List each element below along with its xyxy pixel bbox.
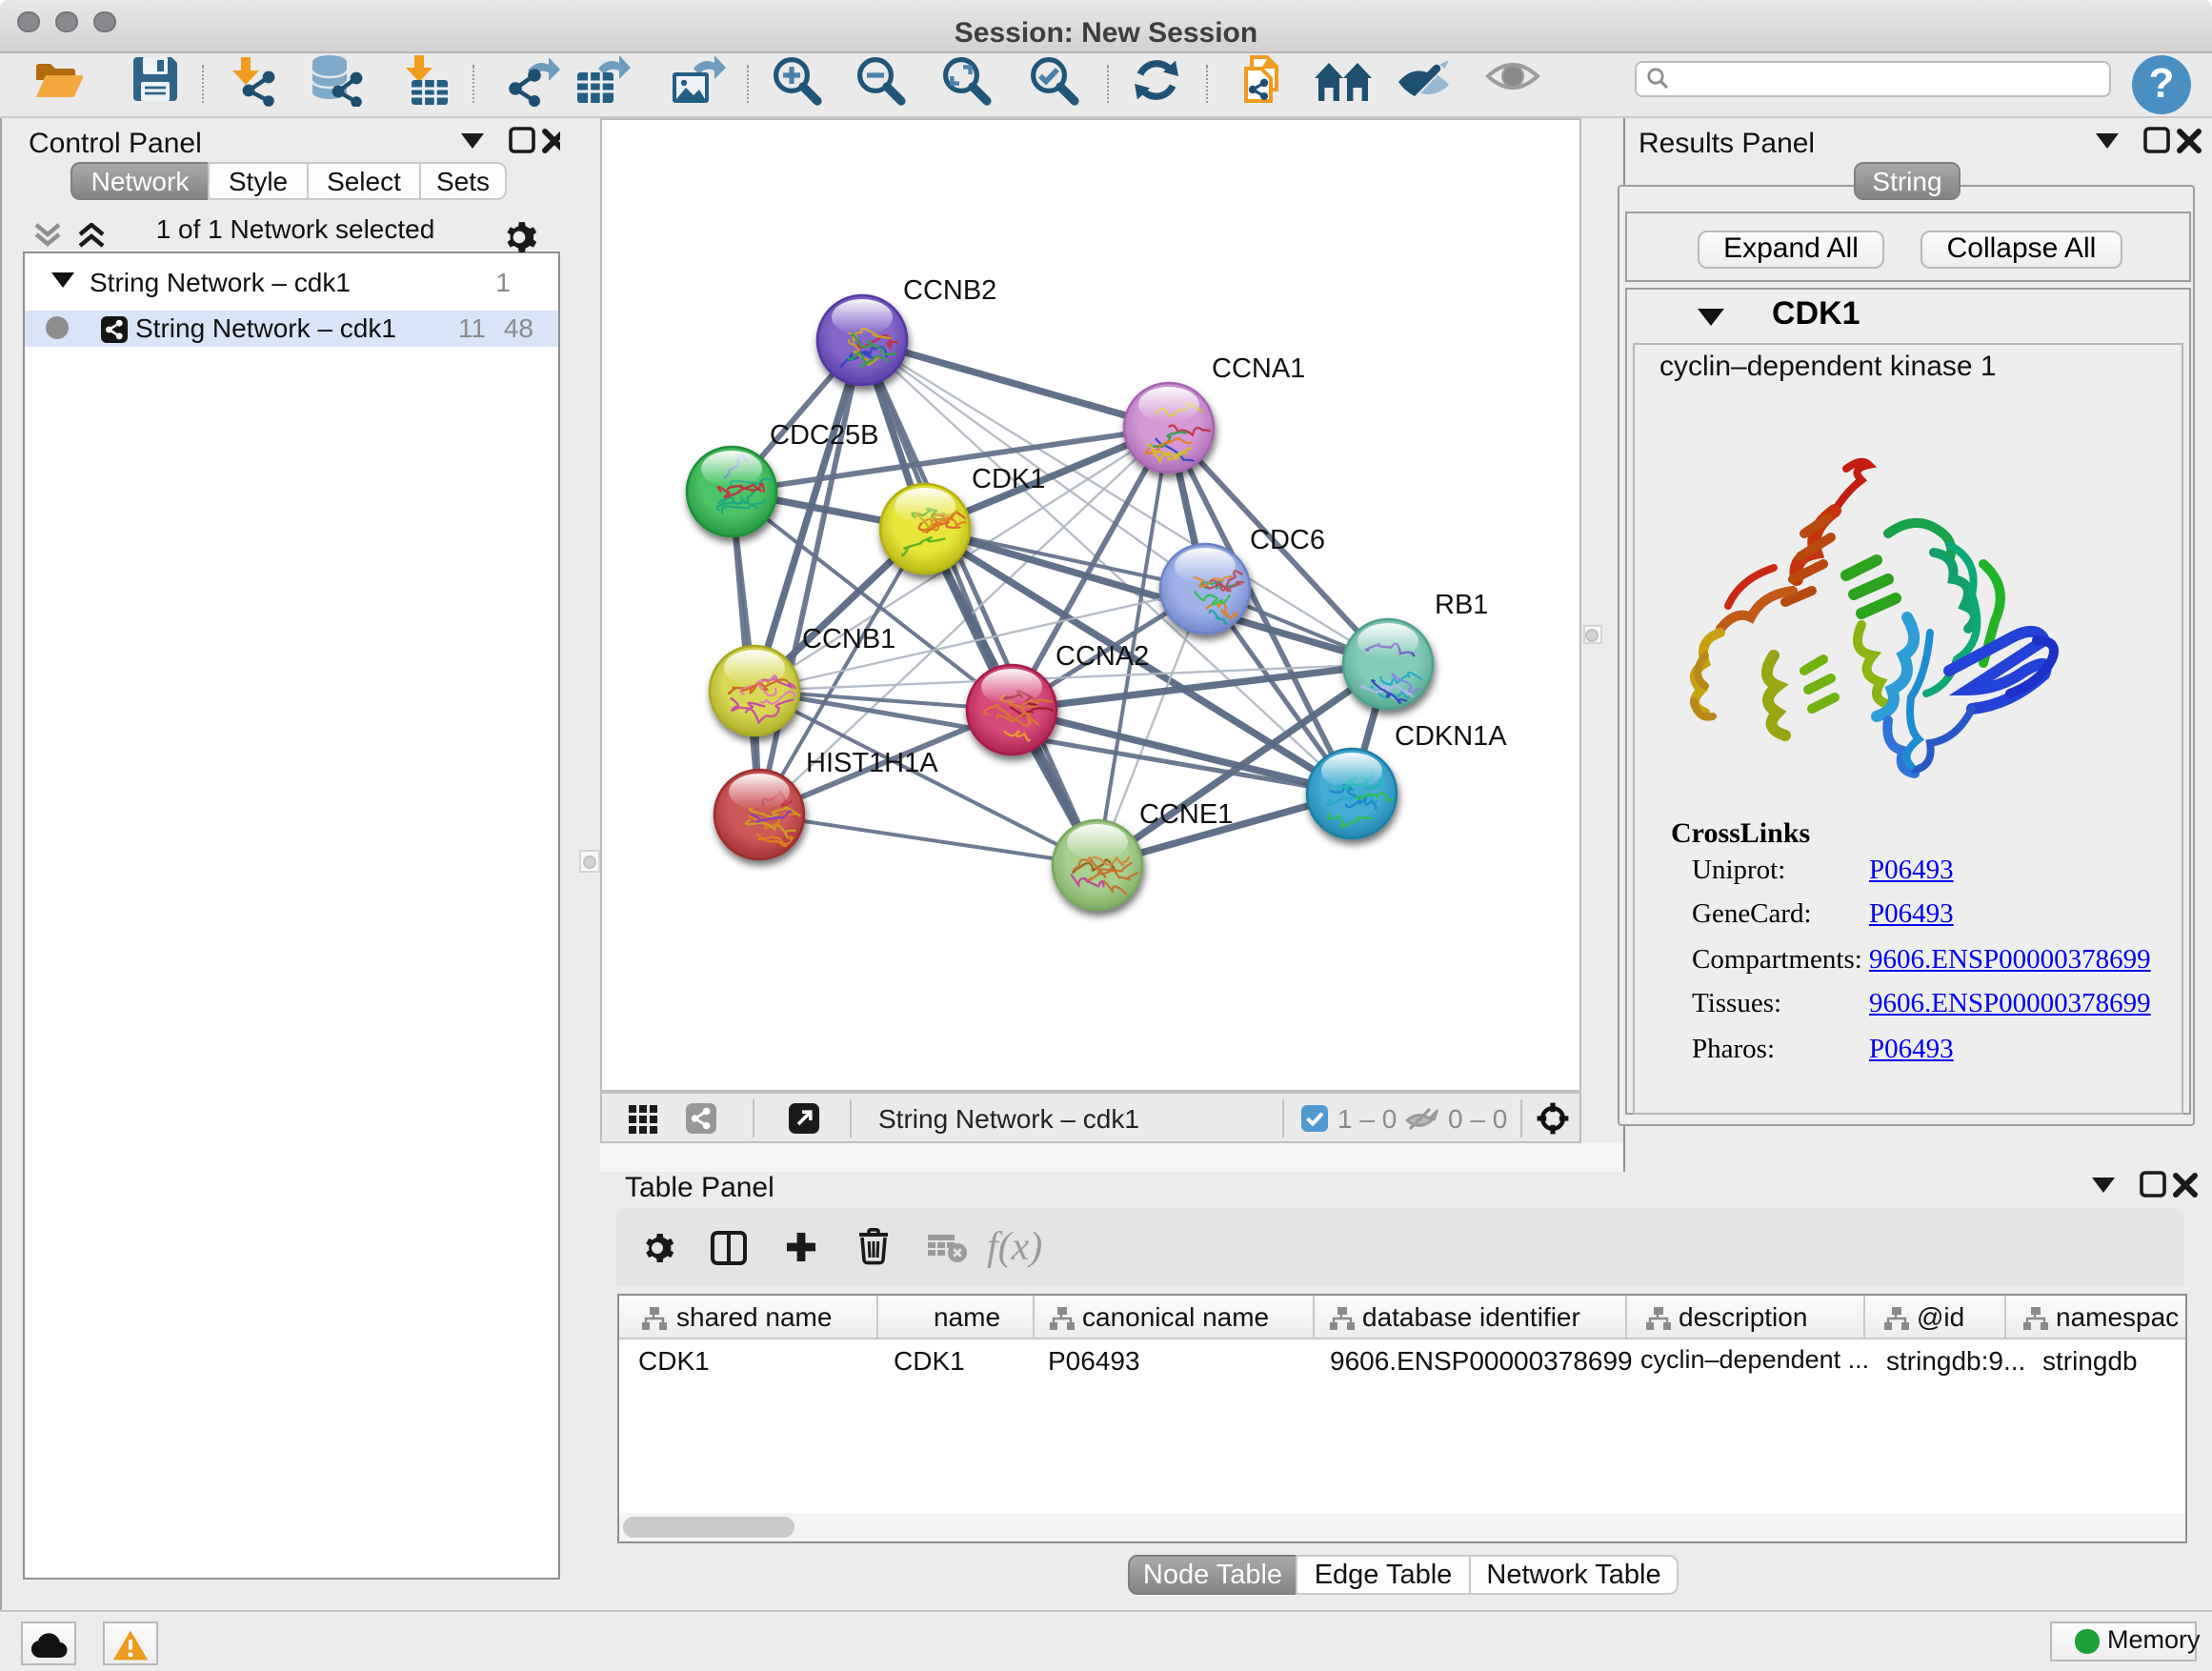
- svg-text:RB1: RB1: [1435, 590, 1488, 620]
- svg-text:CDKN1A: CDKN1A: [1395, 721, 1507, 752]
- svg-text:CCNA1: CCNA1: [1212, 353, 1305, 384]
- svg-text:CDC6: CDC6: [1250, 525, 1325, 555]
- svg-text:CCNB2: CCNB2: [903, 275, 996, 306]
- svg-text:CCNA2: CCNA2: [1056, 641, 1149, 672]
- svg-text:HIST1H1A: HIST1H1A: [806, 748, 938, 778]
- svg-text:CDK1: CDK1: [972, 464, 1045, 494]
- svg-text:CCNB1: CCNB1: [802, 624, 895, 654]
- svg-text:CDC25B: CDC25B: [770, 420, 878, 451]
- svg-text:CCNE1: CCNE1: [1139, 799, 1233, 830]
